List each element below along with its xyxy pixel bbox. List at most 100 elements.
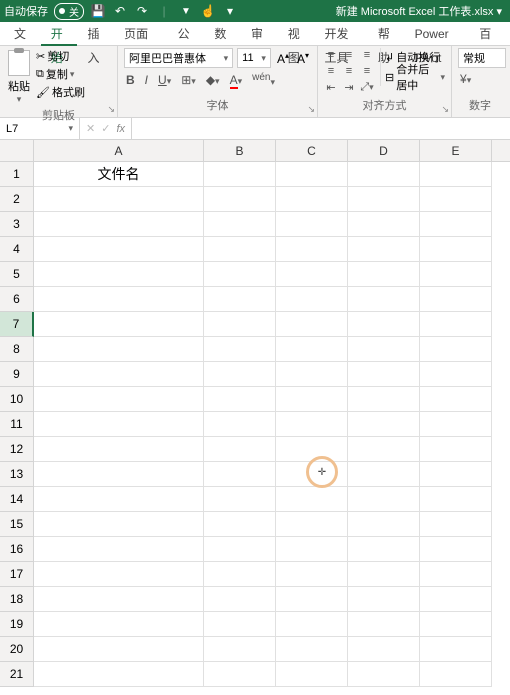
cell[interactable] xyxy=(420,387,492,412)
cell[interactable] xyxy=(34,487,204,512)
tab-公式[interactable]: 公式 xyxy=(168,22,205,46)
tab-视图[interactable]: 视图 xyxy=(278,22,315,46)
font-name-selector[interactable]: 阿里巴巴普惠体 ▾ xyxy=(124,48,233,68)
select-all-corner[interactable] xyxy=(0,140,34,161)
tab-开始[interactable]: 开始 xyxy=(41,22,78,46)
clipboard-launcher-icon[interactable]: ↘ xyxy=(107,104,115,115)
cell[interactable] xyxy=(34,337,204,362)
cell[interactable] xyxy=(420,362,492,387)
cell[interactable] xyxy=(204,587,276,612)
cell[interactable] xyxy=(34,562,204,587)
cell[interactable] xyxy=(204,637,276,662)
cell[interactable] xyxy=(204,537,276,562)
touch-icon[interactable]: ☝ xyxy=(200,3,216,19)
cell[interactable] xyxy=(420,512,492,537)
cell[interactable] xyxy=(348,587,420,612)
row-header-20[interactable]: 20 xyxy=(0,637,34,662)
qat-more-icon[interactable]: ▾ xyxy=(222,3,238,19)
cell[interactable] xyxy=(276,162,348,187)
grow-font-button[interactable]: A▴ xyxy=(275,51,291,66)
row-header-13[interactable]: 13 xyxy=(0,462,34,487)
cell[interactable] xyxy=(420,462,492,487)
cell[interactable] xyxy=(34,187,204,212)
cell[interactable] xyxy=(34,662,204,687)
cell[interactable] xyxy=(348,487,420,512)
row-header-8[interactable]: 8 xyxy=(0,337,34,362)
cell[interactable] xyxy=(204,437,276,462)
tab-审阅[interactable]: 审阅 xyxy=(241,22,278,46)
tab-Power Pivot[interactable]: Power Pivot xyxy=(405,22,470,46)
indent-decrease-icon[interactable]: ⇤ xyxy=(324,80,338,94)
cell[interactable] xyxy=(34,312,204,337)
indent-increase-icon[interactable]: ⇥ xyxy=(342,80,356,94)
column-header-D[interactable]: D xyxy=(348,140,420,161)
row-header-15[interactable]: 15 xyxy=(0,512,34,537)
row-header-7[interactable]: 7 xyxy=(0,312,34,337)
cell[interactable] xyxy=(276,387,348,412)
cell[interactable] xyxy=(204,387,276,412)
cell[interactable] xyxy=(348,662,420,687)
row-header-12[interactable]: 12 xyxy=(0,437,34,462)
cell[interactable] xyxy=(34,512,204,537)
cell[interactable] xyxy=(34,362,204,387)
cell[interactable] xyxy=(34,537,204,562)
cell[interactable] xyxy=(276,362,348,387)
cell[interactable] xyxy=(348,212,420,237)
cell[interactable] xyxy=(34,637,204,662)
border-button[interactable]: ⊞▾ xyxy=(179,73,198,87)
cell[interactable] xyxy=(204,187,276,212)
cell[interactable] xyxy=(348,612,420,637)
cell[interactable] xyxy=(348,562,420,587)
undo-icon[interactable]: ↶ xyxy=(112,3,128,19)
cut-button[interactable]: ✂剪切 xyxy=(36,48,85,64)
cell[interactable] xyxy=(348,637,420,662)
cell[interactable] xyxy=(276,262,348,287)
cell[interactable] xyxy=(276,287,348,312)
cell[interactable] xyxy=(276,237,348,262)
row-header-6[interactable]: 6 xyxy=(0,287,34,312)
align-middle-icon[interactable]: ≡ xyxy=(342,48,356,62)
cell[interactable] xyxy=(420,612,492,637)
cell[interactable] xyxy=(204,337,276,362)
cell[interactable] xyxy=(34,262,204,287)
cell[interactable] xyxy=(420,337,492,362)
cell[interactable] xyxy=(204,512,276,537)
cell[interactable] xyxy=(204,612,276,637)
cell[interactable] xyxy=(420,537,492,562)
currency-button[interactable]: ¥▾ xyxy=(458,72,473,86)
row-header-16[interactable]: 16 xyxy=(0,537,34,562)
cell[interactable] xyxy=(34,412,204,437)
cell[interactable] xyxy=(34,462,204,487)
cell[interactable] xyxy=(420,212,492,237)
cell[interactable] xyxy=(348,362,420,387)
italic-button[interactable]: I xyxy=(143,73,150,87)
number-format-selector[interactable]: 常规 xyxy=(458,48,506,68)
cell[interactable] xyxy=(420,187,492,212)
cell[interactable] xyxy=(420,562,492,587)
column-header-A[interactable]: A xyxy=(34,140,204,161)
format-painter-button[interactable]: 🖌格式刷 xyxy=(36,84,85,100)
paste-button[interactable]: 粘贴 ▾ xyxy=(6,48,32,107)
cell[interactable] xyxy=(204,562,276,587)
underline-button[interactable]: U▾ xyxy=(156,73,173,87)
cell[interactable] xyxy=(276,537,348,562)
cell[interactable] xyxy=(276,637,348,662)
spreadsheet-grid[interactable]: ABCDE 1文件名234567891011121314151617181920… xyxy=(0,140,510,695)
cell[interactable] xyxy=(420,637,492,662)
row-header-11[interactable]: 11 xyxy=(0,412,34,437)
cell[interactable] xyxy=(276,562,348,587)
cell[interactable] xyxy=(204,162,276,187)
cell[interactable] xyxy=(204,487,276,512)
cell[interactable] xyxy=(420,412,492,437)
tab-开发工具[interactable]: 开发工具 xyxy=(314,22,367,46)
cell[interactable] xyxy=(420,162,492,187)
fx-button[interactable]: fx xyxy=(116,123,125,135)
cell[interactable] xyxy=(276,612,348,637)
row-header-4[interactable]: 4 xyxy=(0,237,34,262)
cell[interactable] xyxy=(34,612,204,637)
cell[interactable] xyxy=(348,237,420,262)
align-right-icon[interactable]: ≡ xyxy=(360,64,374,78)
cell[interactable] xyxy=(204,362,276,387)
cell[interactable] xyxy=(420,662,492,687)
cell[interactable] xyxy=(348,437,420,462)
